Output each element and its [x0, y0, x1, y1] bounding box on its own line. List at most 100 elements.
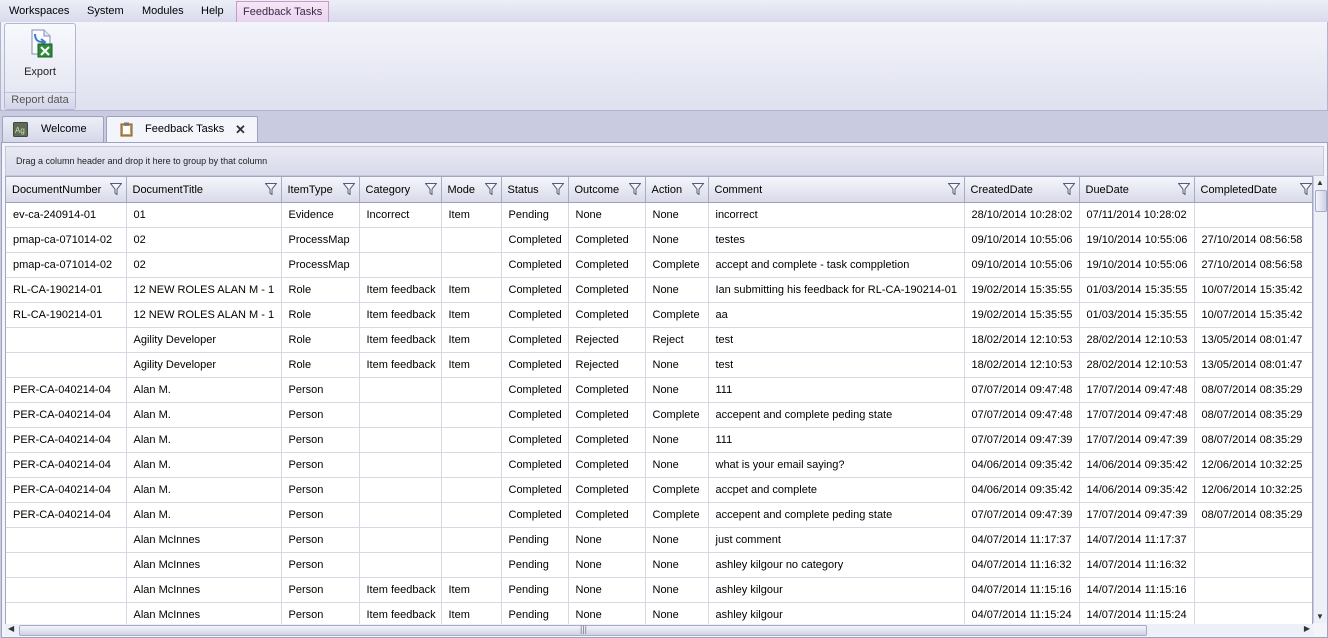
cell-status[interactable]: Pending	[501, 202, 569, 228]
cell-comment[interactable]: ashley kilgour	[708, 577, 965, 603]
cell-action[interactable]: None	[645, 577, 709, 603]
menu-help[interactable]: Help	[201, 0, 224, 22]
scroll-down-icon[interactable]: ▼	[1316, 612, 1324, 621]
cell-documentnumber[interactable]	[6, 602, 127, 624]
cell-documentnumber[interactable]	[6, 527, 127, 553]
tab-feedback-tasks[interactable]: Feedback Tasks ✕	[106, 116, 258, 143]
cell-comment[interactable]: 111	[708, 427, 965, 453]
cell-itemtype[interactable]: Person	[281, 527, 360, 553]
cell-mode[interactable]: Item	[441, 202, 502, 228]
cell-action[interactable]: None	[645, 452, 709, 478]
cell-action[interactable]: None	[645, 377, 709, 403]
cell-status[interactable]: Completed	[501, 252, 569, 278]
cell-documentnumber[interactable]: pmap-ca-071014-02	[6, 227, 127, 253]
cell-outcome[interactable]: Rejected	[568, 327, 646, 353]
cell-createddate[interactable]: 04/07/2014 11:16:32	[964, 552, 1080, 578]
cell-documenttitle[interactable]: Alan McInnes	[126, 527, 282, 553]
cell-completeddate[interactable]: 27/10/2014 08:56:58	[1194, 252, 1312, 278]
horizontal-scrollbar[interactable]: ◀ ||| ▶	[5, 624, 1313, 636]
column-header-mode[interactable]: Mode	[441, 177, 502, 203]
cell-comment[interactable]: accpet and complete	[708, 477, 965, 503]
cell-documentnumber[interactable]: PER-CA-040214-04	[6, 427, 127, 453]
cell-category[interactable]: Item feedback	[359, 302, 442, 328]
cell-completeddate[interactable]: 08/07/2014 08:35:29	[1194, 427, 1312, 453]
cell-completeddate[interactable]	[1194, 527, 1312, 553]
column-header-status[interactable]: Status	[501, 177, 569, 203]
vertical-scroll-thumb[interactable]	[1315, 190, 1327, 212]
cell-documenttitle[interactable]: Alan M.	[126, 377, 282, 403]
cell-status[interactable]: Completed	[501, 477, 569, 503]
cell-comment[interactable]: accepent and complete peding state	[708, 402, 965, 428]
table-row[interactable]: Agility Developer Role Item feedback Item Co…	[6, 352, 1312, 378]
cell-duedate[interactable]: 07/11/2014 10:28:02	[1079, 202, 1195, 228]
cell-documenttitle[interactable]: Alan McInnes	[126, 602, 282, 624]
cell-completeddate[interactable]: 08/07/2014 08:35:29	[1194, 402, 1312, 428]
cell-documenttitle[interactable]: Agility Developer	[126, 352, 282, 378]
cell-mode[interactable]	[441, 377, 502, 403]
cell-action[interactable]: None	[645, 602, 709, 624]
cell-status[interactable]: Completed	[501, 227, 569, 253]
cell-itemtype[interactable]: Role	[281, 327, 360, 353]
cell-outcome[interactable]: Completed	[568, 502, 646, 528]
cell-action[interactable]: None	[645, 352, 709, 378]
filter-icon[interactable]	[264, 183, 277, 195]
cell-completeddate[interactable]: 12/06/2014 10:32:25	[1194, 477, 1312, 503]
cell-documentnumber[interactable]: pmap-ca-071014-02	[6, 252, 127, 278]
horizontal-scroll-thumb[interactable]: |||	[19, 624, 1147, 636]
column-header-documentnumber[interactable]: DocumentNumber	[6, 177, 127, 203]
cell-action[interactable]: Complete	[645, 477, 709, 503]
cell-documentnumber[interactable]	[6, 552, 127, 578]
cell-mode[interactable]	[441, 552, 502, 578]
cell-action[interactable]: None	[645, 527, 709, 553]
cell-category[interactable]: Item feedback	[359, 277, 442, 303]
table-row[interactable]: PER-CA-040214-04 Alan M. Person Completed Co…	[6, 502, 1312, 528]
filter-icon[interactable]	[1299, 183, 1312, 195]
cell-outcome[interactable]: Completed	[568, 377, 646, 403]
cell-comment[interactable]: testes	[708, 227, 965, 253]
cell-documenttitle[interactable]: Alan McInnes	[126, 577, 282, 603]
cell-documentnumber[interactable]	[6, 352, 127, 378]
cell-mode[interactable]	[441, 527, 502, 553]
cell-itemtype[interactable]: ProcessMap	[281, 227, 360, 253]
cell-duedate[interactable]: 19/10/2014 10:55:06	[1079, 252, 1195, 278]
cell-status[interactable]: Pending	[501, 527, 569, 553]
table-row[interactable]: Agility Developer Role Item feedback Item Co…	[6, 327, 1312, 353]
cell-itemtype[interactable]: Person	[281, 602, 360, 624]
cell-category[interactable]	[359, 252, 442, 278]
cell-action[interactable]: None	[645, 552, 709, 578]
cell-completeddate[interactable]: 13/05/2014 08:01:47	[1194, 352, 1312, 378]
cell-action[interactable]: None	[645, 227, 709, 253]
filter-icon[interactable]	[947, 183, 960, 195]
cell-documenttitle[interactable]: 02	[126, 227, 282, 253]
cell-duedate[interactable]: 01/03/2014 15:35:55	[1079, 302, 1195, 328]
cell-createddate[interactable]: 18/02/2014 12:10:53	[964, 327, 1080, 353]
cell-status[interactable]: Completed	[501, 302, 569, 328]
column-header-outcome[interactable]: Outcome	[568, 177, 646, 203]
cell-itemtype[interactable]: Role	[281, 302, 360, 328]
cell-completeddate[interactable]: 12/06/2014 10:32:25	[1194, 452, 1312, 478]
column-header-action[interactable]: Action	[645, 177, 709, 203]
scroll-up-icon[interactable]: ▲	[1316, 178, 1324, 187]
cell-itemtype[interactable]: Person	[281, 502, 360, 528]
cell-createddate[interactable]: 28/10/2014 10:28:02	[964, 202, 1080, 228]
cell-documentnumber[interactable]: PER-CA-040214-04	[6, 452, 127, 478]
cell-createddate[interactable]: 07/07/2014 09:47:39	[964, 427, 1080, 453]
filter-icon[interactable]	[1177, 183, 1190, 195]
cell-duedate[interactable]: 14/07/2014 11:15:16	[1079, 577, 1195, 603]
cell-outcome[interactable]: Completed	[568, 402, 646, 428]
cell-category[interactable]	[359, 452, 442, 478]
cell-mode[interactable]: Item	[441, 302, 502, 328]
cell-itemtype[interactable]: Person	[281, 477, 360, 503]
cell-itemtype[interactable]: Person	[281, 577, 360, 603]
vertical-scrollbar[interactable]: ▲ ▼	[1313, 176, 1327, 623]
table-row[interactable]: PER-CA-040214-04 Alan M. Person Completed Co…	[6, 477, 1312, 503]
menu-workspaces[interactable]: Workspaces	[9, 0, 69, 22]
cell-status[interactable]: Completed	[501, 427, 569, 453]
cell-mode[interactable]	[441, 252, 502, 278]
cell-action[interactable]: None	[645, 277, 709, 303]
cell-category[interactable]	[359, 402, 442, 428]
cell-comment[interactable]: accept and complete - task comppletion	[708, 252, 965, 278]
cell-documenttitle[interactable]: 01	[126, 202, 282, 228]
cell-duedate[interactable]: 14/07/2014 11:17:37	[1079, 527, 1195, 553]
cell-completeddate[interactable]: 08/07/2014 08:35:29	[1194, 377, 1312, 403]
